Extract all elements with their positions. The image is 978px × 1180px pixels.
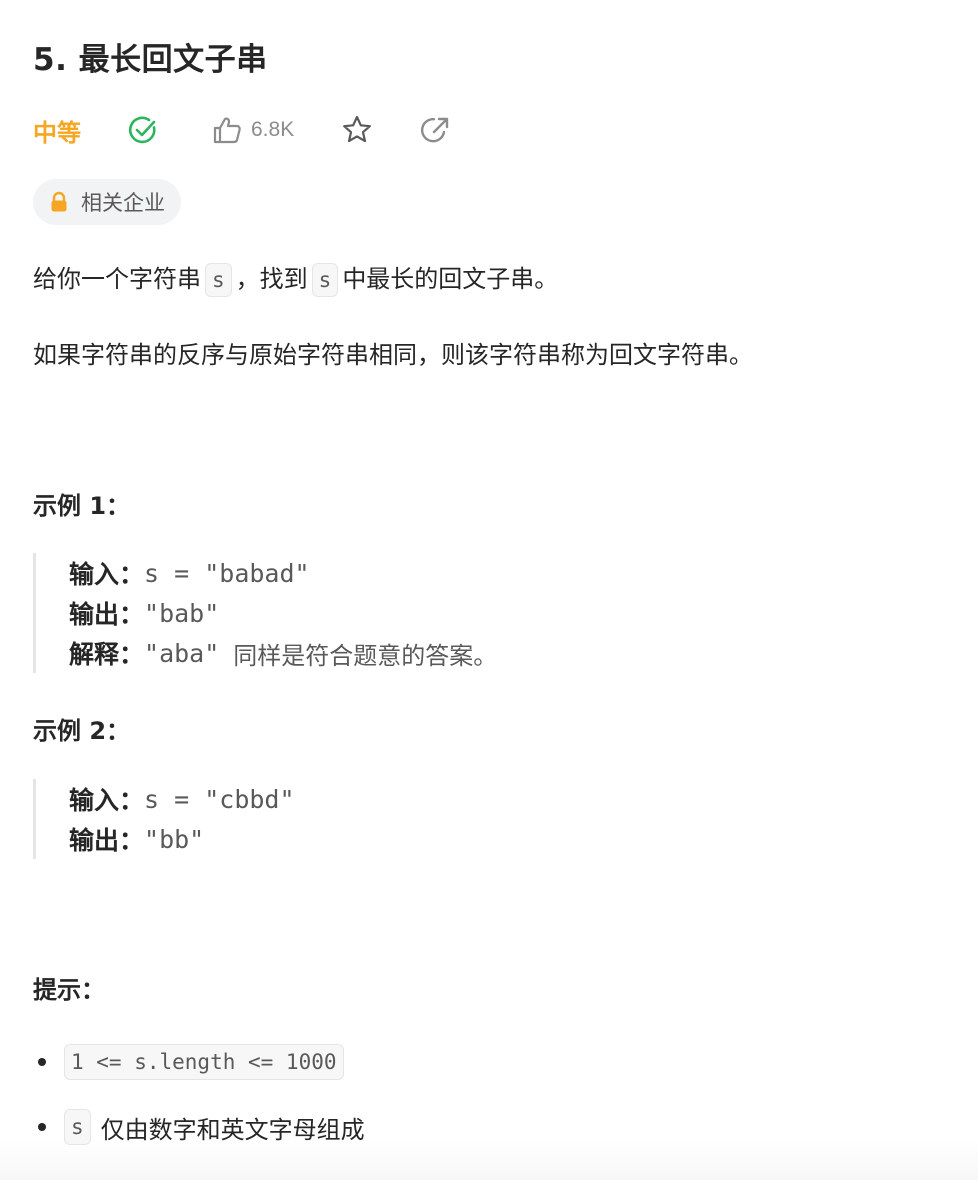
description-paragraph-1: 给你一个字符串 s ，找到 s 中最长的回文子串。	[33, 262, 558, 297]
problem-meta-bar: 中等 6.8K	[33, 110, 456, 150]
output-label: 输出：	[69, 826, 145, 855]
example-2-block: 输入： s = "cbbd" 输出： "bb"	[33, 779, 295, 859]
lock-icon	[51, 191, 67, 212]
problem-title: 5. 最长回文子串	[33, 42, 268, 78]
explanation-label: 解释：	[69, 640, 145, 669]
example-output-line: 输出： "bab"	[69, 593, 497, 633]
example-output-line: 输出： "bb"	[69, 819, 295, 859]
like-button[interactable]: 6.8K	[211, 114, 294, 146]
example-input-line: 输入： s = "cbbd"	[69, 779, 295, 819]
bottom-fade	[0, 1140, 978, 1180]
description-text: ，找到	[235, 265, 308, 293]
like-count: 6.8K	[251, 118, 295, 141]
solved-status	[127, 114, 163, 146]
bullet-icon	[38, 1123, 46, 1131]
description-paragraph-2: 如果字符串的反序与原始字符串相同，则该字符串称为回文字符串。	[33, 341, 753, 369]
output-label: 输出：	[69, 600, 145, 629]
constraint-item: 1 <= s.length <= 1000	[33, 1042, 344, 1082]
explanation-text: 同样是符合题意的答案。	[233, 641, 498, 670]
example-1-block: 输入： s = "babad" 输出： "bab" 解释： "aba" 同样是符合题意的…	[33, 553, 497, 673]
explanation-code: "aba"	[144, 638, 220, 668]
constraints-title: 提示：	[33, 976, 105, 1004]
output-value: "bab"	[144, 598, 220, 628]
input-value: s = "babad"	[144, 558, 310, 588]
example-explanation-line: 解释： "aba" 同样是符合题意的答案。	[69, 633, 497, 673]
related-companies-tag[interactable]: 相关企业	[33, 179, 181, 225]
check-circle-icon	[128, 116, 156, 144]
inline-code: s	[311, 263, 339, 297]
input-value: s = "cbbd"	[144, 784, 295, 814]
input-label: 输入：	[69, 786, 145, 815]
input-label: 输入：	[69, 560, 145, 589]
difficulty-badge: 中等	[33, 118, 81, 147]
star-icon	[343, 115, 372, 143]
bullet-icon	[38, 1058, 46, 1066]
example-2-title: 示例 2：	[33, 717, 131, 745]
example-input-line: 输入： s = "babad"	[69, 553, 497, 593]
favorite-button[interactable]	[340, 113, 376, 147]
constraint-code: 1 <= s.length <= 1000	[64, 1044, 344, 1080]
description-text: 给你一个字符串	[33, 265, 201, 293]
share-icon	[421, 117, 449, 143]
thumbs-up-icon	[213, 117, 241, 144]
output-value: "bb"	[144, 824, 205, 854]
description-text: 中最长的回文子串。	[342, 265, 559, 293]
example-1-title: 示例 1：	[33, 492, 131, 520]
related-companies-label: 相关企业	[81, 191, 165, 215]
inline-code: s	[205, 263, 232, 297]
share-button[interactable]	[420, 114, 456, 146]
